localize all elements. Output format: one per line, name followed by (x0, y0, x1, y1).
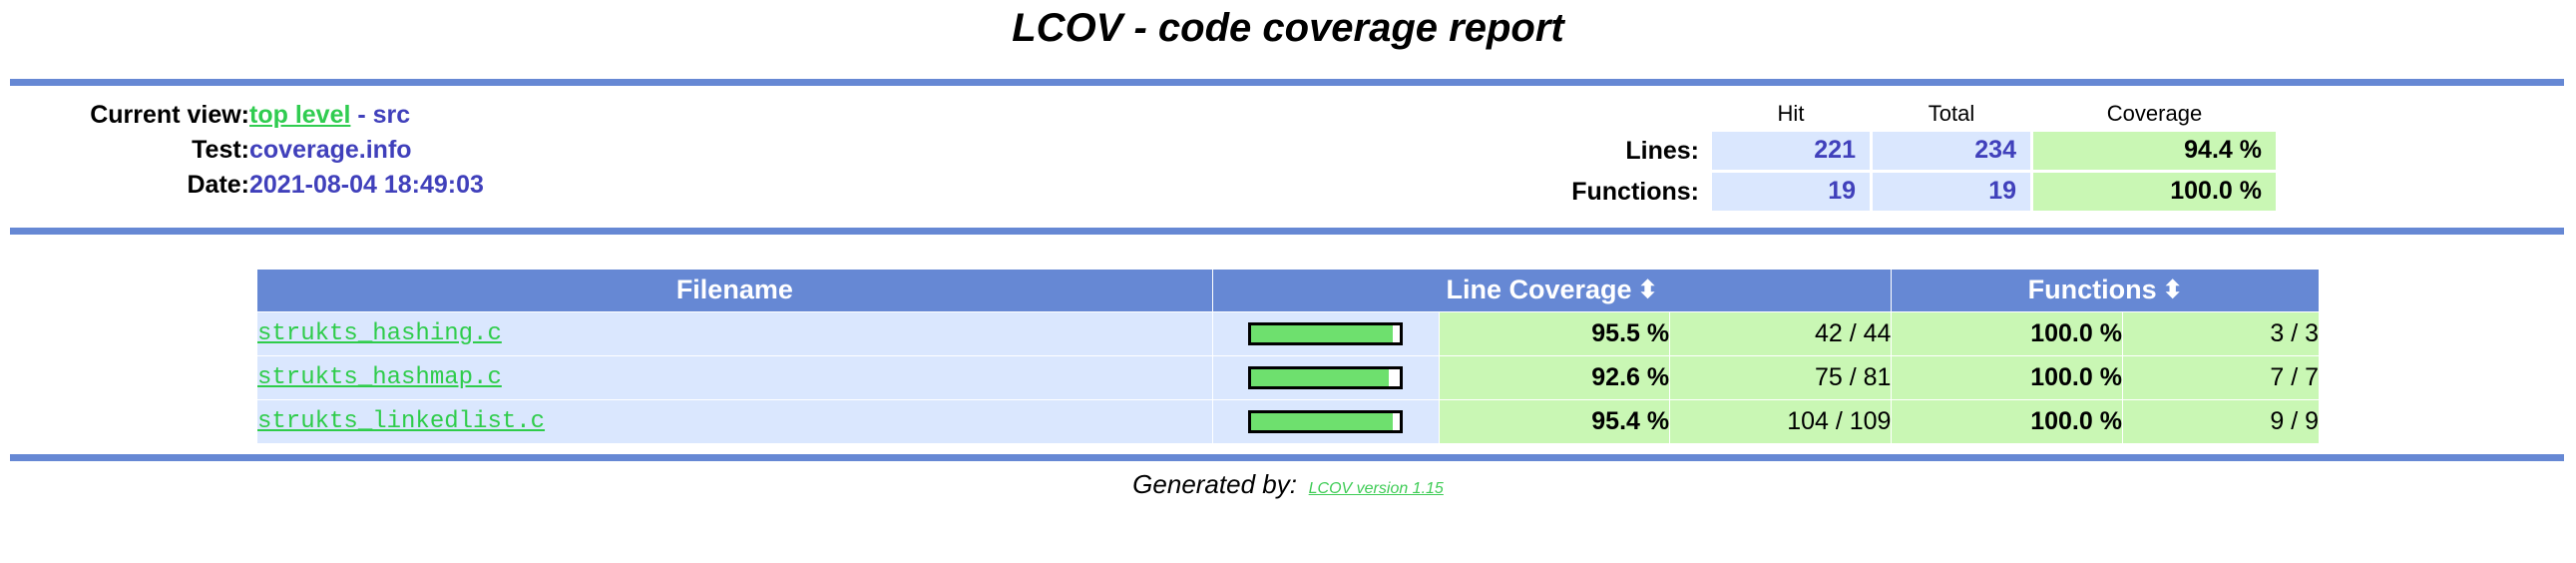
file-link[interactable]: strukts_hashing.c (257, 320, 502, 347)
cell-function-percent: 100.0 % (1892, 400, 2122, 443)
summary-lines-hit: 221 (1712, 132, 1870, 170)
cell-function-ratio: 9 / 9 (2122, 400, 2319, 443)
page-title: LCOV - code coverage report (1012, 6, 1564, 50)
top-level-link[interactable]: top level (249, 101, 350, 129)
cell-line-percent: 95.4 % (1439, 400, 1670, 443)
info-row-date: Date: 2021-08-04 18:49:03 (0, 168, 484, 203)
cell-line-percent: 95.5 % (1439, 312, 1670, 355)
sort-updown-icon[interactable]: ⬍ (2163, 279, 2183, 302)
coverage-progress-fill (1251, 325, 1394, 343)
summary-label-lines: Lines: (1625, 136, 1699, 165)
coverage-progress-bar (1248, 366, 1404, 390)
summary-lines-total: 234 (1873, 132, 2030, 170)
lcov-version-link[interactable]: LCOV version 1.15 (1309, 480, 1444, 497)
table-row: strukts_linkedlist.c 95.4 % 104 / 109 100.0… (257, 400, 2319, 443)
file-link[interactable]: strukts_linkedlist.c (257, 408, 545, 435)
summary-functions-total: 19 (1873, 173, 2030, 211)
coverage-progress-fill (1251, 369, 1390, 387)
info-row-current-view: Current view: top level - src (0, 98, 484, 133)
info-row-test: Test: coverage.info (0, 133, 484, 168)
column-header-line-coverage-label: Line Coverage (1446, 275, 1632, 304)
summary-header-row: Hit Total Coverage (1480, 101, 2276, 129)
summary-header-spacer (1480, 101, 1709, 129)
column-header-filename[interactable]: Filename (257, 270, 1212, 311)
breadcrumb-current: src (372, 101, 411, 129)
coverage-table: Filename Line Coverage ⬍ Functions ⬍ struk… (256, 269, 2320, 444)
cell-function-ratio: 7 / 7 (2122, 356, 2319, 399)
table-row: strukts_hashing.c 95.5 % 42 / 44 100.0 % 3 /… (257, 312, 2319, 355)
cell-function-ratio: 3 / 3 (2122, 312, 2319, 355)
column-header-functions-label: Functions (2027, 275, 2157, 304)
info-value-test: coverage.info (249, 136, 412, 164)
info-label-date: Date: (187, 171, 249, 199)
cell-line-ratio: 104 / 109 (1670, 400, 1892, 443)
footer-prefix: Generated by: (1132, 469, 1297, 499)
summary-row-functions: Functions: 19 19 100.0 % (1480, 173, 2276, 211)
divider-bottom (10, 454, 2564, 461)
coverage-progress-fill (1251, 413, 1394, 431)
info-value-date: 2021-08-04 18:49:03 (249, 171, 484, 199)
info-label-current-view: Current view: (90, 101, 249, 129)
cell-coverage-bar (1212, 356, 1439, 399)
summary-functions-coverage: 100.0 % (2033, 173, 2276, 211)
coverage-table-header-row: Filename Line Coverage ⬍ Functions ⬍ (257, 270, 2319, 311)
page-title-bar: LCOV - code coverage report (0, 0, 2576, 51)
cell-line-percent: 92.6 % (1439, 356, 1670, 399)
cell-function-percent: 100.0 % (1892, 312, 2122, 355)
summary-header-total: Total (1928, 101, 1975, 126)
column-header-functions[interactable]: Functions ⬍ (1892, 270, 2319, 311)
summary-table: Hit Total Coverage Lines: 221 234 94.4 %… (1477, 98, 2279, 214)
coverage-progress-bar (1248, 410, 1404, 434)
summary-header-coverage: Coverage (2106, 101, 2203, 126)
summary-lines-coverage: 94.4 % (2033, 132, 2276, 170)
info-value-current-view: top level - src (249, 98, 484, 133)
cell-filename: strukts_hashmap.c (257, 356, 1212, 399)
column-header-line-coverage[interactable]: Line Coverage ⬍ (1212, 270, 1892, 311)
summary-label-functions: Functions: (1571, 177, 1699, 206)
cell-function-percent: 100.0 % (1892, 356, 2122, 399)
cell-coverage-bar (1212, 400, 1439, 443)
summary-functions-hit: 19 (1712, 173, 1870, 211)
report-info-table: Current view: top level - src Test: cove… (0, 98, 484, 203)
cell-line-ratio: 75 / 81 (1670, 356, 1892, 399)
report-info-block: Current view: top level - src Test: cove… (0, 98, 1477, 203)
divider-top (10, 79, 2564, 86)
cell-filename: strukts_linkedlist.c (257, 400, 1212, 443)
cell-coverage-bar (1212, 312, 1439, 355)
summary-header-hit: Hit (1777, 101, 1805, 126)
summary-block: Hit Total Coverage Lines: 221 234 94.4 %… (1477, 98, 2279, 214)
divider-middle (10, 228, 2564, 235)
table-row: strukts_hashmap.c 92.6 % 75 / 81 100.0 % 7 /… (257, 356, 2319, 399)
coverage-progress-bar (1248, 322, 1404, 346)
page-footer: Generated by: LCOV version 1.15 (0, 461, 2576, 500)
summary-row-lines: Lines: 221 234 94.4 % (1480, 132, 2276, 170)
file-link[interactable]: strukts_hashmap.c (257, 364, 502, 391)
cell-line-ratio: 42 / 44 (1670, 312, 1892, 355)
breadcrumb-separator: - (350, 101, 373, 129)
cell-filename: strukts_hashing.c (257, 312, 1212, 355)
sort-updown-icon[interactable]: ⬍ (1638, 279, 1658, 302)
report-header: Current view: top level - src Test: cove… (0, 86, 2576, 214)
coverage-table-wrap: Filename Line Coverage ⬍ Functions ⬍ struk… (0, 235, 2576, 444)
info-label-test: Test: (192, 136, 249, 164)
